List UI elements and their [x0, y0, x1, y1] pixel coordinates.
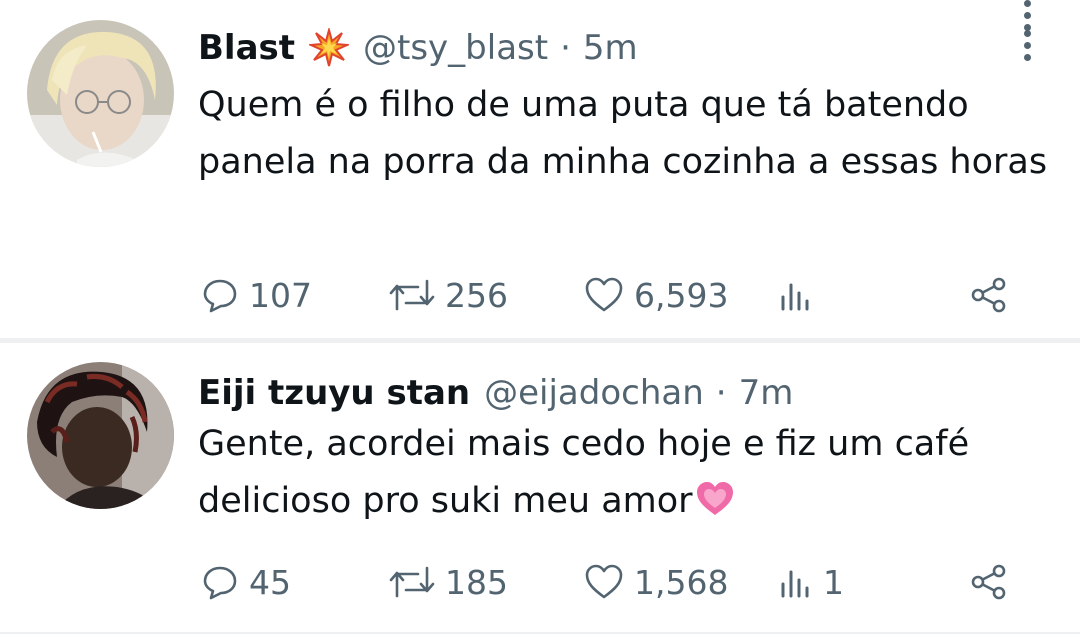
- display-name[interactable]: Blast: [198, 28, 295, 68]
- retweet-count: 185: [445, 562, 508, 602]
- avatar[interactable]: [27, 20, 174, 167]
- like-icon: [583, 275, 625, 315]
- views-icon: [778, 562, 814, 602]
- tweet-actions: 45 185 1,568 1: [198, 557, 1028, 607]
- views-button[interactable]: [778, 270, 823, 320]
- like-icon: [583, 562, 625, 602]
- like-count: 1,568: [634, 562, 729, 602]
- share-icon: [968, 562, 1010, 602]
- retweet-button[interactable]: 256: [388, 270, 508, 320]
- share-icon: [968, 275, 1010, 315]
- retweet-icon: [388, 562, 436, 602]
- retweet-count: 256: [445, 275, 508, 315]
- user-handle[interactable]: @tsy_blast: [363, 28, 548, 68]
- bottom-divider: [0, 632, 1080, 634]
- heart-emoji: [695, 479, 735, 536]
- retweet-button[interactable]: 185: [388, 557, 508, 607]
- tweet-text-content: Gente, acordei mais cedo hoje e fiz um c…: [198, 424, 970, 521]
- like-button[interactable]: 6,593: [583, 270, 728, 320]
- display-name[interactable]: Eiji tzuyu stan: [198, 373, 470, 413]
- reply-icon: [200, 275, 240, 315]
- timestamp[interactable]: 5m: [583, 28, 638, 68]
- share-button[interactable]: [968, 270, 1010, 320]
- more-options-icon[interactable]: [1020, 0, 1034, 31]
- like-button[interactable]: 1,568: [583, 557, 728, 607]
- user-handle[interactable]: @eijadochan: [484, 373, 704, 413]
- tweet-actions: 107 256 6,593: [198, 270, 1028, 320]
- like-count: 6,593: [634, 275, 729, 315]
- tweet[interactable]: Eiji tzuyu stan @eijadochan · 7m Gente, …: [0, 343, 1080, 637]
- timestamp[interactable]: 7m: [739, 373, 794, 413]
- tweet-text: Quem é o filho de uma puta que tá batend…: [198, 85, 1048, 182]
- views-icon: [778, 275, 814, 315]
- collision-emoji: [309, 28, 350, 68]
- share-button[interactable]: [968, 557, 1010, 607]
- reply-count: 45: [249, 562, 291, 602]
- reply-button[interactable]: 45: [200, 557, 291, 607]
- views-count: 1: [823, 562, 844, 602]
- reply-icon: [200, 562, 240, 602]
- tweet-header: Eiji tzuyu stan @eijadochan · 7m: [198, 367, 990, 419]
- views-button[interactable]: 1: [778, 557, 844, 607]
- more-options-icon[interactable]: [1020, 30, 1034, 61]
- reply-count: 107: [249, 275, 312, 315]
- reply-button[interactable]: 107: [200, 270, 312, 320]
- retweet-icon: [388, 275, 436, 315]
- tweet-header: Blast @tsy_blast · 5m: [198, 22, 990, 74]
- separator-dot: ·: [715, 373, 727, 413]
- separator-dot: ·: [560, 28, 571, 68]
- avatar[interactable]: [27, 362, 174, 509]
- tweet[interactable]: Blast @tsy_blast · 5m Quem é o filho de …: [0, 0, 1080, 338]
- tweet-text: Gente, acordei mais cedo hoje e fiz um c…: [198, 416, 1048, 536]
